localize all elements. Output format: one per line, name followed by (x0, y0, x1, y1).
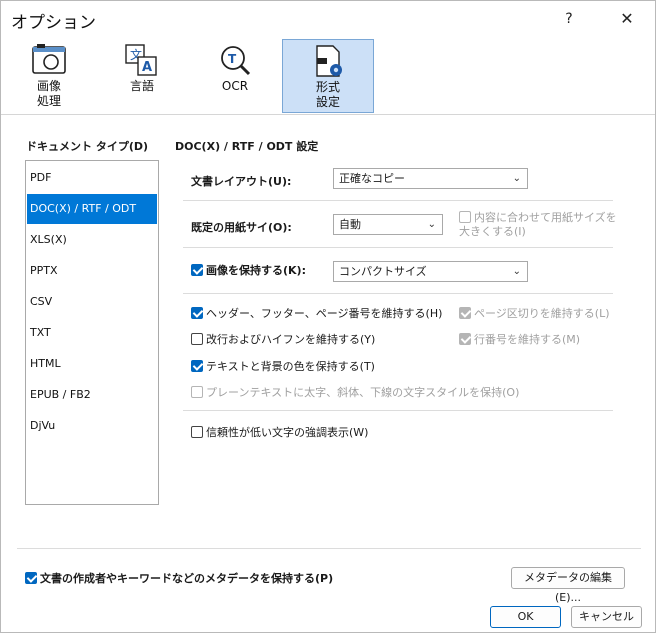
divider (183, 247, 613, 248)
chevron-down-icon: ⌄ (427, 219, 436, 230)
checkbox-box (459, 307, 471, 319)
tool-language[interactable]: 文 A 言語 (96, 39, 188, 113)
tool-label: 画像 処理 (36, 79, 61, 108)
paper-size-select[interactable]: 自動 ⌄ (333, 214, 443, 235)
checkbox-label: 行番号を維持する(M) (474, 333, 581, 346)
doc-type-epub[interactable]: EPUB / FB2 (27, 380, 157, 410)
checkbox-box (25, 572, 37, 584)
image-quality-value: コンパクトサイズ (339, 265, 427, 278)
keep-line-breaks-checkbox[interactable]: 改行およびハイフンを維持する(Y) (191, 333, 375, 347)
ok-button[interactable]: OK (490, 606, 561, 628)
checkbox-box (191, 264, 203, 276)
edit-metadata-button[interactable]: メタデータの編集(E)... (511, 567, 625, 604)
title-bar: オプション ? ✕ (1, 1, 655, 37)
ocr-icon: T (189, 43, 281, 77)
divider (183, 410, 613, 411)
checkbox-label: ページ区切りを維持する(L) (474, 307, 610, 320)
doc-type-csv[interactable]: CSV (27, 287, 157, 317)
layout-label: 文書レイアウト(U): (191, 175, 292, 188)
options-toolbar: 画像 処理 文 A 言語 T OCR 形式 設定 (1, 37, 655, 115)
tool-ocr[interactable]: T OCR (189, 39, 281, 113)
checkbox-label: テキストと背景の色を保持する(T) (206, 360, 375, 373)
checkbox-box (191, 386, 203, 398)
divider (183, 200, 613, 201)
highlight-uncertain-checkbox[interactable]: 信頼性が低い文字の強調表示(W) (191, 426, 368, 440)
paper-size-label: 既定の用紙サイ(O): (191, 221, 292, 234)
keep-headers-checkbox[interactable]: ヘッダー、フッター、ページ番号を維持する(H) (191, 307, 442, 321)
checkbox-label: プレーンテキストに太字、斜体、下線の文字スタイルを保持(O) (206, 386, 520, 399)
checkbox-box (459, 211, 471, 223)
keep-line-numbers-checkbox[interactable]: 行番号を維持する(M) (459, 333, 580, 347)
camera-icon (3, 43, 95, 77)
doc-type-djvu[interactable]: DjVu (27, 411, 157, 441)
doc-type-label: ドキュメント タイプ(D) (26, 140, 149, 153)
checkbox-label: 改行およびハイフンを維持する(Y) (206, 333, 376, 346)
svg-text:A: A (142, 60, 152, 75)
chevron-down-icon: ⌄ (512, 173, 521, 184)
chevron-down-icon: ⌄ (512, 266, 521, 277)
help-button[interactable]: ? (549, 7, 589, 31)
checkbox-box (191, 426, 203, 438)
image-quality-select[interactable]: コンパクトサイズ ⌄ (333, 261, 528, 282)
checkbox-label: 信頼性が低い文字の強調表示(W) (206, 426, 369, 439)
tool-label: 言語 (129, 79, 154, 93)
layout-select[interactable]: 正確なコピー ⌄ (333, 168, 528, 189)
checkbox-label: 文書の作成者やキーワードなどのメタデータを保持する(P) (40, 572, 334, 585)
paper-size-value: 自動 (339, 218, 361, 231)
cancel-button[interactable]: キャンセル (571, 606, 642, 628)
settings-title: DOC(X) / RTF / ODT 設定 (175, 140, 319, 153)
doc-type-xlsx[interactable]: XLS(X) (27, 225, 157, 255)
doc-type-html[interactable]: HTML (27, 349, 157, 379)
fit-paper-checkbox[interactable]: 内容に合わせて用紙サイズを大きくする(I) (459, 211, 619, 239)
tool-label: 形式 設定 (315, 80, 340, 109)
divider (17, 548, 641, 549)
keep-metadata-checkbox[interactable]: 文書の作成者やキーワードなどのメタデータを保持する(P) (25, 572, 333, 586)
window-title: オプション (11, 13, 96, 33)
checkbox-label: 画像を保持する(K): (206, 264, 306, 277)
options-dialog: オプション ? ✕ 画像 処理 文 A 言語 T OCR 形式 設定 ドキュメン… (0, 0, 656, 633)
keep-images-checkbox[interactable]: 画像を保持する(K): (191, 264, 306, 278)
doc-type-list[interactable]: PDF DOC(X) / RTF / ODT XLS(X) PPTX CSV T… (25, 160, 159, 505)
svg-text:T: T (228, 52, 237, 66)
close-button[interactable]: ✕ (607, 7, 647, 31)
checkbox-box (459, 333, 471, 345)
checkbox-box (191, 333, 203, 345)
doc-type-txt[interactable]: TXT (27, 318, 157, 348)
keep-colors-checkbox[interactable]: テキストと背景の色を保持する(T) (191, 360, 375, 374)
doc-type-pdf[interactable]: PDF (27, 163, 157, 193)
checkbox-box (191, 360, 203, 372)
language-icon: 文 A (96, 43, 188, 77)
doc-type-docx[interactable]: DOC(X) / RTF / ODT (27, 194, 157, 224)
checkbox-label: ヘッダー、フッター、ページ番号を維持する(H) (206, 307, 443, 320)
checkbox-box (191, 307, 203, 319)
keep-styles-checkbox[interactable]: プレーンテキストに太字、斜体、下線の文字スタイルを保持(O) (191, 386, 519, 400)
format-settings-icon (283, 44, 373, 78)
checkbox-label: 内容に合わせて用紙サイズを大きくする(I) (459, 211, 617, 238)
doc-type-pptx[interactable]: PPTX (27, 256, 157, 286)
divider (183, 293, 613, 294)
tool-image-processing[interactable]: 画像 処理 (3, 39, 95, 113)
tool-format-settings[interactable]: 形式 設定 (282, 39, 374, 113)
keep-page-breaks-checkbox[interactable]: ページ区切りを維持する(L) (459, 307, 610, 321)
layout-value: 正確なコピー (339, 172, 405, 185)
tool-label: OCR (221, 79, 249, 93)
